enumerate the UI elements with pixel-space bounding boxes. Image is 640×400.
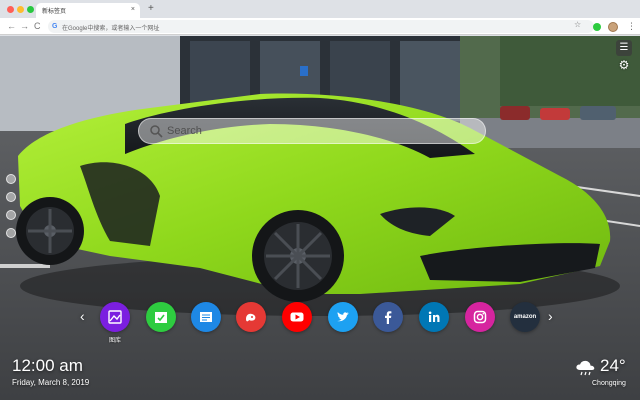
shortcut-gallery[interactable]: [100, 302, 130, 332]
extension-icon[interactable]: [593, 23, 601, 31]
shortcut-linkedin[interactable]: [419, 302, 449, 332]
shortcut-notes[interactable]: [191, 302, 221, 332]
shortcut-games[interactable]: [236, 302, 266, 332]
clock-time: 12:00 am: [12, 356, 83, 375]
bookmark-star-icon[interactable]: ☆: [574, 20, 581, 29]
shortcut-twitter[interactable]: [328, 302, 358, 332]
gear-icon[interactable]: ⚙: [617, 58, 631, 72]
side-widget-3[interactable]: [6, 210, 16, 220]
shortcut-facebook[interactable]: [373, 302, 403, 332]
instagram-icon: [473, 310, 487, 324]
search-bar[interactable]: Search: [138, 118, 486, 144]
side-widget-4[interactable]: [6, 228, 16, 238]
clock-date: Friday, March 8, 2019: [12, 378, 90, 387]
address-bar[interactable]: G 在Google中搜索，或者输入一个网址: [48, 20, 594, 33]
shortcut-prev-arrow[interactable]: ‹: [80, 308, 85, 324]
maximize-window-button[interactable]: [27, 6, 34, 13]
hamburger-menu-icon[interactable]: ☰: [616, 40, 632, 56]
new-tab-page: ☰ ⚙ Search ‹ › 图库 amazon 12:00 am Friday…: [0, 36, 640, 400]
reload-button[interactable]: C: [34, 20, 41, 33]
search-placeholder: Search: [167, 125, 202, 137]
amazon-icon: amazon: [513, 314, 537, 320]
search-icon: [150, 125, 163, 138]
profile-avatar[interactable]: [608, 22, 618, 32]
facebook-icon: [385, 311, 392, 324]
shortcut-tasks[interactable]: [146, 302, 176, 332]
notes-icon: [200, 312, 212, 322]
play-icon: [290, 312, 304, 322]
tab-bar: 新标签页 × +: [0, 0, 640, 18]
weather-city: Chongqing: [592, 380, 626, 387]
linkedin-icon: [428, 311, 440, 322]
new-tab-button[interactable]: +: [148, 3, 154, 15]
tab-new-tab[interactable]: 新标签页 ×: [36, 3, 140, 18]
tab-close-icon[interactable]: ×: [131, 5, 135, 15]
shortcut-next-arrow[interactable]: ›: [548, 308, 553, 324]
shortcut-amazon[interactable]: amazon: [510, 302, 540, 332]
tab-title: 新标签页: [42, 9, 67, 15]
side-widget-2[interactable]: [6, 192, 16, 202]
shortcut-gallery-label: 图库: [108, 338, 121, 344]
back-button[interactable]: ←: [7, 20, 16, 33]
address-bar-placeholder: 在Google中搜索，或者输入一个网址: [62, 26, 160, 32]
shortcut-instagram[interactable]: [465, 302, 495, 332]
close-window-button[interactable]: [7, 6, 14, 13]
weather-temperature: 24°: [600, 356, 626, 375]
gamepad-icon: [246, 313, 256, 322]
checklist-icon: [155, 312, 167, 323]
minimize-window-button[interactable]: [17, 6, 24, 13]
image-icon: [108, 310, 122, 324]
shortcut-youtube[interactable]: [282, 302, 312, 332]
twitter-icon: [337, 312, 349, 322]
side-widget-1[interactable]: [6, 174, 16, 184]
cloud-rain-icon[interactable]: [574, 358, 598, 378]
google-icon: G: [52, 23, 58, 30]
shortcut-row: ‹ › 图库 amazon: [0, 302, 640, 352]
toolbar: ← → C G 在Google中搜索，或者输入一个网址 ☆ ⋮: [0, 18, 640, 35]
browser-menu-icon[interactable]: ⋮: [627, 19, 636, 34]
forward-button[interactable]: →: [20, 20, 29, 33]
